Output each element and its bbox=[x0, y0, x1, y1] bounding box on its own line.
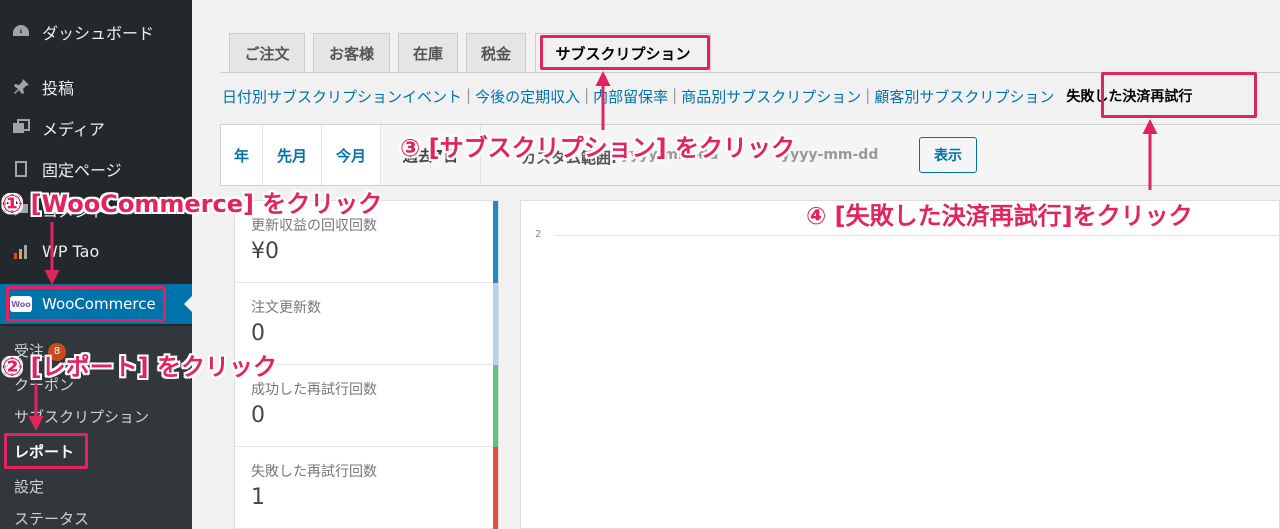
stat-title: 失敗した再試行回数 bbox=[251, 464, 377, 480]
tab-stock[interactable]: 在庫 bbox=[398, 33, 458, 72]
stat-color-bar bbox=[493, 447, 498, 529]
report-chart: 2 bbox=[520, 200, 1280, 529]
subnav-link-subscriptions-by-customer[interactable]: 顧客別サブスクリプション bbox=[874, 86, 1054, 107]
submenu-settings[interactable]: 設定 bbox=[14, 476, 44, 497]
range-this-month-button[interactable]: 今月 bbox=[322, 125, 381, 185]
menu-dashboard[interactable]: ダッシュボード bbox=[0, 14, 192, 50]
range-last-month-button[interactable]: 先月 bbox=[263, 125, 322, 185]
page-icon bbox=[10, 158, 32, 180]
current-menu-arrow bbox=[184, 296, 192, 312]
media-icon bbox=[10, 117, 32, 139]
subnav-link-subscriptions-by-product[interactable]: 商品別サブスクリプション bbox=[681, 86, 861, 107]
stat-value: 0 bbox=[251, 321, 265, 346]
pin-icon bbox=[10, 76, 32, 98]
menu-label: メディア bbox=[42, 120, 105, 139]
menu-label: ダッシュボード bbox=[42, 24, 155, 43]
stat-value: 0 bbox=[251, 403, 265, 428]
subnav-link-upcoming-recurring-revenue[interactable]: 今後の定期収入 bbox=[475, 86, 580, 107]
subnav-link-retention-rate[interactable]: 内部留保率 bbox=[593, 86, 668, 107]
tab-taxes[interactable]: 税金 bbox=[466, 33, 526, 72]
report-subnav: 日付別サブスクリプションイベント | 今後の定期収入 | 内部留保率 | 商品別サブス… bbox=[222, 86, 1193, 107]
menu-label: 固定ページ bbox=[42, 161, 122, 180]
tab-orders[interactable]: ご注文 bbox=[229, 33, 305, 72]
stat-color-bar bbox=[493, 365, 498, 447]
show-button[interactable]: 表示 bbox=[919, 137, 977, 173]
menu-media[interactable]: メディア bbox=[0, 110, 192, 146]
stat-color-bar bbox=[493, 201, 498, 283]
stat-value: ¥0 bbox=[251, 239, 279, 264]
highlight-subscriptions-tab bbox=[540, 35, 710, 70]
annotation-step-3: ③ [サブスクリプション] をクリック bbox=[400, 134, 795, 162]
menu-wp-tao[interactable]: WP Tao bbox=[0, 233, 192, 269]
highlight-reports bbox=[4, 433, 88, 469]
stat-failed-retries[interactable]: 失敗した再試行回数 1 bbox=[235, 447, 498, 529]
y-tick-label: 2 bbox=[535, 229, 542, 240]
tab-customers[interactable]: お客様 bbox=[313, 33, 390, 72]
stat-title: 注文更新数 bbox=[251, 300, 321, 316]
annotation-step-2: ② [レポート] をクリック bbox=[2, 353, 277, 381]
dashboard-icon bbox=[10, 21, 32, 43]
menu-label: WP Tao bbox=[42, 241, 100, 261]
highlight-failed-retries-link bbox=[1101, 72, 1257, 118]
end-date-input[interactable]: yyyy-mm-dd bbox=[781, 147, 878, 163]
gridline bbox=[555, 235, 1280, 236]
chart-icon bbox=[10, 240, 32, 262]
annotation-step-1: ① [WooCommerce] をクリック bbox=[2, 190, 383, 218]
range-year-button[interactable]: 年 bbox=[221, 125, 263, 185]
submenu-status[interactable]: ステータス bbox=[14, 508, 89, 529]
highlight-woocommerce bbox=[6, 286, 166, 322]
menu-pages[interactable]: 固定ページ bbox=[0, 151, 192, 187]
submenu-subscriptions[interactable]: サブスクリプション bbox=[14, 406, 149, 427]
stat-color-bar bbox=[493, 283, 498, 365]
menu-posts[interactable]: 投稿 bbox=[0, 69, 192, 105]
stat-title: 成功した再試行回数 bbox=[251, 382, 377, 398]
menu-label: 投稿 bbox=[42, 79, 75, 98]
subnav-link-events-by-date[interactable]: 日付別サブスクリプションイベント bbox=[222, 86, 462, 107]
annotation-step-4: ④ [失敗した決済再試行]をクリック bbox=[806, 202, 1193, 230]
stat-value: 1 bbox=[251, 485, 265, 510]
